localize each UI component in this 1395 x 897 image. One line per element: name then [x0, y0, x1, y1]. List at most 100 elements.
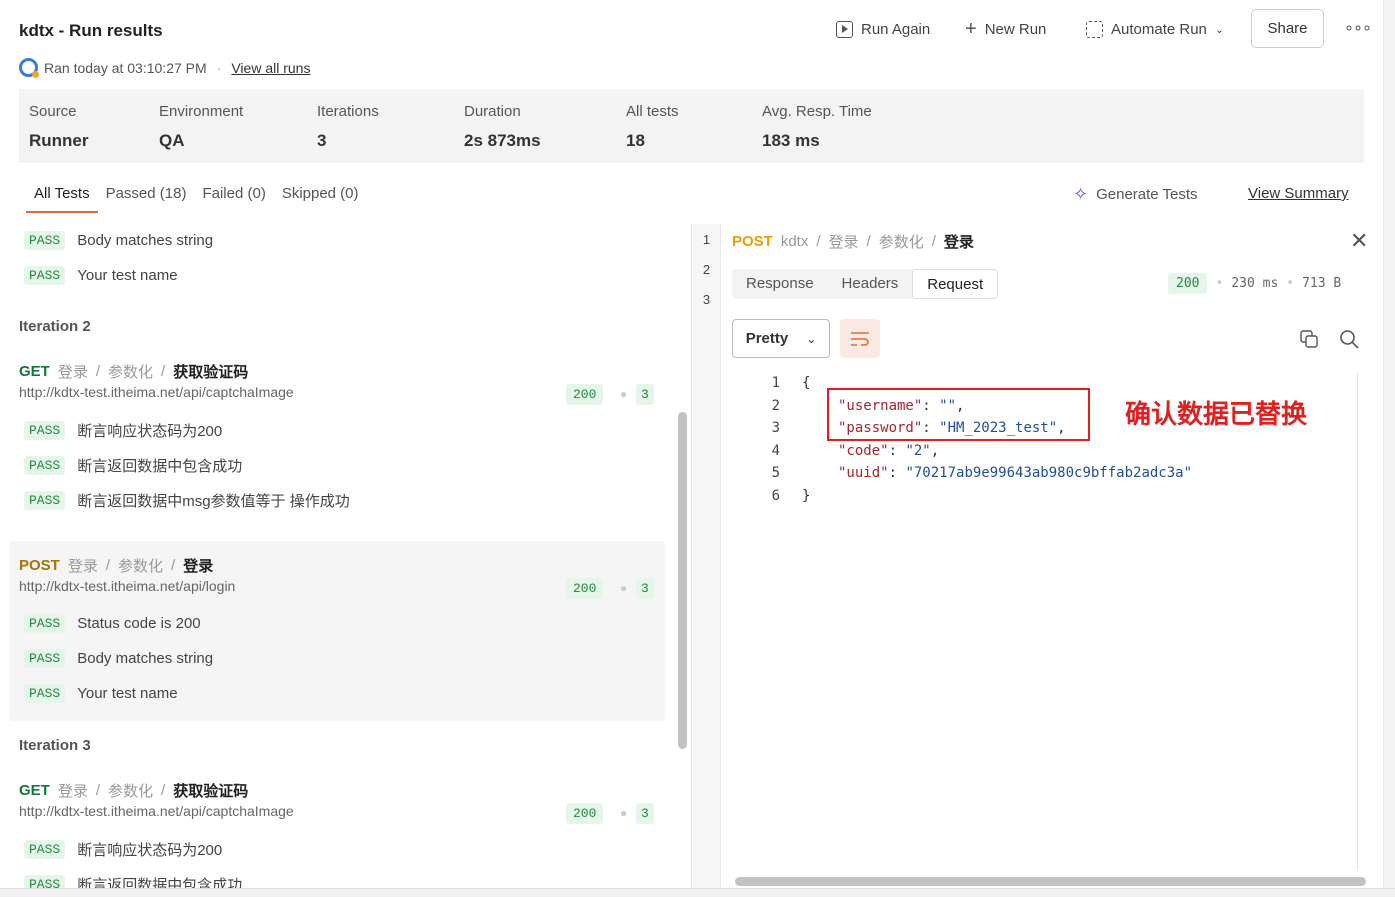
separator-dot: ● [620, 806, 628, 820]
generate-tests-button[interactable]: ✧ Generate Tests [1073, 184, 1198, 205]
stat-duration: Duration 2s 873ms [464, 103, 541, 150]
new-run-label: New Run [984, 20, 1047, 38]
separator-dot: • [1286, 276, 1295, 291]
breadcrumb-sep: / [95, 363, 101, 380]
method-post: POST [732, 233, 773, 250]
json-line: "uuid": "70217ab9e99643ab980c9bffab2adc3… [838, 465, 1193, 481]
request-name: 登录 [943, 234, 974, 251]
line-number: 1 [771, 375, 780, 391]
test-name: Your test name [77, 267, 178, 284]
request-header-get[interactable]: GET 登录 / 参数化 / 获取验证码 [19, 361, 248, 382]
test-result-row: PASS Status code is 200 [24, 614, 201, 633]
json-key: "uuid" [838, 465, 889, 481]
iteration-3-heading: Iteration 3 [19, 737, 91, 754]
tab-request[interactable]: Request [912, 269, 999, 299]
request-url: http://kdtx-test.itheima.net/api/captcha… [19, 803, 294, 819]
request-url: http://kdtx-test.itheima.net/api/login [19, 578, 236, 594]
stat-avg-resp-time: Avg. Resp. Time 183 ms [762, 103, 872, 150]
stat-source: Source Runner [29, 103, 89, 150]
new-run-button[interactable]: + New Run [965, 18, 1046, 40]
filter-tabs: All Tests Passed (18) Failed (0) Skipped… [26, 185, 367, 213]
tab-all-tests[interactable]: All Tests [26, 185, 98, 213]
more-options-icon[interactable]: ∘∘∘ [1344, 18, 1372, 38]
window-scrollbar[interactable] [1383, 0, 1395, 897]
breadcrumb-folder[interactable]: 参数化 [879, 231, 924, 252]
request-header-post[interactable]: POST 登录 / 参数化 / 登录 [19, 555, 213, 576]
breadcrumb-sep: / [171, 557, 176, 574]
view-summary-link[interactable]: View Summary [1248, 185, 1349, 202]
response-meta: 200 • 230 ms • 713 B [1168, 273, 1341, 294]
breadcrumb-sep: / [931, 233, 936, 250]
breadcrumb-sep: / [161, 782, 166, 799]
pass-badge: PASS [24, 266, 66, 285]
breadcrumb-collection[interactable]: kdtx [781, 233, 809, 250]
automate-run-button[interactable]: Automate Run ⌄ [1086, 18, 1224, 40]
pass-badge: PASS [24, 684, 66, 703]
test-result-row: PASS 断言返回数据中包含成功 [24, 455, 242, 476]
test-name: 断言返回数据中包含成功 [77, 877, 243, 888]
tab-skipped[interactable]: Skipped (0) [274, 185, 367, 213]
automate-icon [1086, 20, 1103, 38]
copy-icon[interactable] [1300, 330, 1318, 348]
test-result-row: PASS 断言返回数据中msg参数值等于 操作成功 [24, 490, 350, 511]
search-icon[interactable] [1339, 329, 1359, 349]
request-name: 获取验证码 [173, 783, 249, 800]
line-number: 4 [771, 443, 780, 459]
view-all-runs-link[interactable]: View all runs [231, 60, 310, 76]
status-code-badge: 200 [1168, 273, 1208, 294]
test-name: 断言返回数据中msg参数值等于 操作成功 [77, 493, 350, 510]
share-button[interactable]: Share [1251, 9, 1324, 48]
annotation-highlight-box [827, 388, 1090, 441]
pass-badge: PASS [24, 614, 66, 633]
left-scrollbar[interactable] [678, 412, 687, 749]
pass-badge: PASS [24, 491, 66, 510]
play-icon [836, 20, 853, 38]
ran-time: Ran today at 03:10:27 PM [44, 59, 207, 76]
pass-badge: PASS [24, 649, 66, 668]
line-number: 5 [771, 465, 780, 481]
tab-failed[interactable]: Failed (0) [194, 185, 273, 213]
runner-icon [19, 58, 39, 78]
chevron-down-icon: ⌄ [806, 331, 817, 346]
plus-icon: + [965, 17, 977, 40]
breadcrumb-folder[interactable]: 登录 [829, 231, 859, 252]
generate-tests-label: Generate Tests [1096, 186, 1198, 203]
editor-gutter: 1 2 3 [692, 224, 721, 888]
tab-passed[interactable]: Passed (18) [98, 185, 195, 213]
chevron-down-icon: ⌄ [1214, 23, 1225, 36]
test-result-row: PASS 断言响应状态码为200 [24, 420, 222, 441]
json-value: "2" [905, 443, 931, 459]
request-name: 获取验证码 [173, 364, 249, 381]
breadcrumb-folder: 参数化 [108, 364, 154, 381]
tab-response[interactable]: Response [732, 269, 828, 299]
request-header-get[interactable]: GET 登录 / 参数化 / 获取验证码 [19, 780, 248, 801]
breadcrumb-sep: / [816, 233, 821, 250]
breadcrumb-sep: / [161, 363, 166, 380]
breadcrumb-folder: 登录 [67, 558, 98, 575]
horizontal-scrollbar[interactable] [735, 877, 1366, 886]
request-url: http://kdtx-test.itheima.net/api/captcha… [19, 384, 294, 400]
test-results-list: PASS Body matches string PASS Your test na… [0, 224, 690, 888]
test-result-row: PASS Your test name [24, 684, 178, 703]
test-result-row: PASS Body matches string [24, 649, 213, 668]
tab-headers[interactable]: Headers [828, 269, 913, 299]
close-icon[interactable]: ✕ [1350, 228, 1368, 254]
breadcrumb-folder: 参数化 [118, 558, 164, 575]
json-brace: } [802, 488, 811, 504]
format-select[interactable]: Pretty ⌄ [732, 319, 830, 358]
method-post: POST [19, 557, 60, 574]
response-size: 713 B [1302, 276, 1342, 291]
test-result-row: PASS Your test name [24, 266, 178, 285]
line-number: 3 [771, 420, 780, 436]
gutter-number: 1 [702, 232, 711, 247]
status-code-badge: 200 [566, 803, 604, 824]
automate-run-label: Automate Run [1111, 20, 1207, 38]
pass-badge: PASS [24, 840, 66, 859]
editor-edge [1357, 372, 1358, 870]
run-again-button[interactable]: Run Again [836, 18, 930, 40]
breadcrumb-sep: / [866, 233, 871, 250]
wrap-lines-icon[interactable] [840, 319, 880, 358]
stat-environment: Environment QA [159, 103, 244, 150]
json-key: "code" [838, 443, 889, 459]
run-info: Ran today at 03:10:27 PM · View all runs [19, 58, 310, 78]
